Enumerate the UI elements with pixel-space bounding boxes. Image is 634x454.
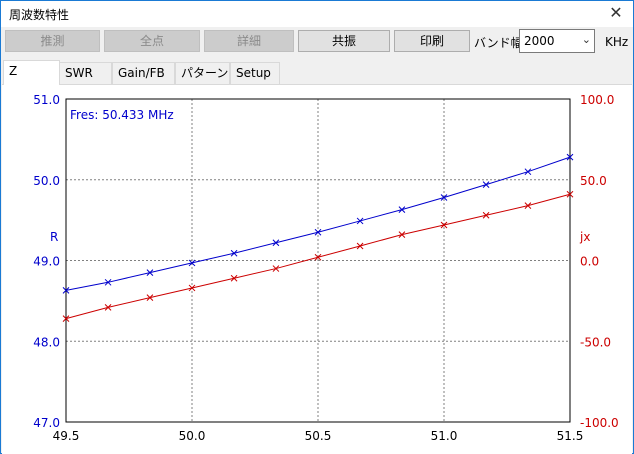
- data-point-jx: [356, 242, 364, 250]
- chevron-down-icon: ⌄: [581, 33, 591, 46]
- impedance-panel: 47.0 48.0 49.0 50.0 51.0 -100.0 -50.0 0.0 50.0 10…: [2, 84, 632, 454]
- bandwidth-value: 2000: [524, 34, 555, 48]
- x-tick-label: 51.5: [557, 429, 584, 443]
- right-tick-label: 50.0: [580, 174, 607, 188]
- left-tick-label: 51.0: [33, 93, 60, 107]
- resonance-annotation: Fres: 50.433 MHz: [70, 108, 174, 122]
- toolbar: 推測 全点 詳細 共振 印刷 バンド幅 2000 ⌄ KHz: [1, 27, 633, 57]
- data-point-r: [524, 168, 532, 176]
- data-point-r: [398, 206, 406, 213]
- close-button[interactable]: ✕: [599, 1, 633, 27]
- x-tick-label: 50.0: [179, 429, 206, 443]
- x-tick-label: 51.0: [431, 429, 458, 443]
- bandwidth-select[interactable]: 2000 ⌄: [519, 29, 595, 53]
- tab-setup[interactable]: Setup: [230, 62, 280, 84]
- bandwidth-unit: KHz: [605, 35, 629, 49]
- impedance-chart: 47.0 48.0 49.0 50.0 51.0 -100.0 -50.0 0.0 50.0 10…: [33, 93, 619, 443]
- tab-pattern[interactable]: パターン: [175, 62, 230, 84]
- left-tick-label: 48.0: [33, 335, 60, 349]
- estimate-button[interactable]: 推測: [5, 30, 100, 52]
- print-button[interactable]: 印刷: [394, 30, 470, 52]
- bandwidth-label: バンド幅: [474, 36, 523, 50]
- data-point-r: [314, 228, 322, 236]
- data-point-r: [482, 181, 490, 188]
- left-tick-label: 47.0: [33, 416, 60, 430]
- right-tick-label: 100.0: [580, 93, 614, 107]
- right-tick-label: -100.0: [580, 416, 619, 430]
- left-axis-label: R: [50, 230, 58, 244]
- all-points-button[interactable]: 全点: [104, 30, 200, 52]
- tab-strip: Z SWR Gain/FB パターン Setup: [1, 60, 633, 85]
- resonance-button[interactable]: 共振: [298, 30, 390, 52]
- right-tick-label: 0.0: [580, 255, 599, 269]
- right-axis-label: jx: [579, 230, 590, 244]
- right-tick-label: -50.0: [580, 335, 611, 349]
- tab-z[interactable]: Z: [3, 60, 60, 85]
- details-button[interactable]: 詳細: [204, 30, 294, 52]
- title-bar: 周波数特性 ✕: [1, 1, 633, 27]
- left-tick-label: 49.0: [33, 255, 60, 269]
- data-point-r: [272, 239, 280, 247]
- left-tick-label: 50.0: [33, 174, 60, 188]
- x-tick-label: 50.5: [305, 429, 332, 443]
- x-tick-label: 49.5: [53, 429, 80, 443]
- window-title: 周波数特性: [9, 8, 70, 22]
- frequency-characteristics-window: 周波数特性 ✕ 推測 全点 詳細 共振 印刷 バンド幅 2000 ⌄ KHz Z…: [0, 0, 634, 454]
- tab-swr[interactable]: SWR: [59, 62, 112, 84]
- data-point-r: [356, 217, 364, 225]
- tab-gain-fb[interactable]: Gain/FB: [112, 62, 175, 84]
